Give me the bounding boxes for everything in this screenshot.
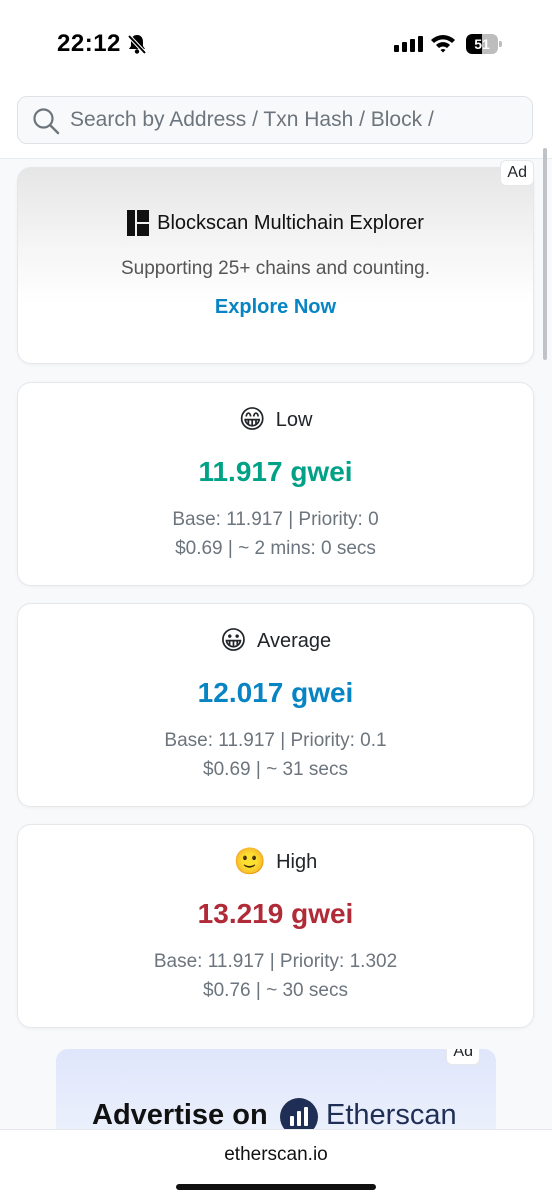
search-box[interactable] [17,96,533,144]
gas-label: High [276,850,318,873]
gas-label: Average [256,629,332,652]
status-bar: 22:12 51 [0,0,552,82]
browser-address-bar[interactable]: etherscan.io [0,1129,552,1201]
search-input[interactable] [70,97,450,143]
ad-subtitle: Supporting 25+ chains and counting. [121,258,430,279]
ad-banner-text: Advertise on [92,1099,268,1131]
ad-banner-brand: Etherscan [326,1099,457,1131]
ad-badge: Ad [446,1049,480,1065]
ad-title: Blockscan Multichain Explorer [157,211,424,234]
grinning-emoji-icon: 😁 [238,405,266,435]
status-time: 22:12 [57,30,121,57]
signal-icon [394,36,423,52]
gas-price: 12.017 gwei [197,677,354,708]
gas-label: Low [275,408,313,431]
bell-slash-icon [127,34,147,55]
battery-icon: 51 [466,34,502,54]
home-indicator[interactable] [176,1184,376,1190]
gas-card-average: 😀 Average 12.017 gwei Base: 11.917 | Pri… [17,603,534,807]
domain-label[interactable]: etherscan.io [0,1144,552,1166]
gas-base-priority: Base: 11.917 | Priority: 0.1 [164,730,387,751]
gas-cost-time: $0.76 | ~ 30 secs [203,980,348,1001]
slight-smile-emoji-icon: 🙂 [233,847,267,877]
gas-card-low: 😁 Low 11.917 gwei Base: 11.917 | Priorit… [17,382,534,586]
scrollbar[interactable] [543,148,547,360]
ad-title-row: Blockscan Multichain Explorer [18,210,533,236]
gas-base-priority: Base: 11.917 | Priority: 1.302 [153,951,398,972]
wifi-icon [431,35,455,53]
smiling-emoji-icon: 😀 [219,626,247,656]
gas-price: 11.917 gwei [198,456,353,487]
gas-cost-time: $0.69 | ~ 31 secs [203,759,348,780]
blockscan-logo [127,210,150,236]
gas-card-high: 🙂 High 13.219 gwei Base: 11.917 | Priori… [17,824,534,1028]
ad-card-blockscan[interactable]: Ad Blockscan Multichain Explorer Support… [17,160,534,364]
gas-cost-time: $0.69 | ~ 2 mins: 0 secs [175,538,376,559]
gas-base-priority: Base: 11.917 | Priority: 0 [172,509,379,530]
search-icon [33,108,60,135]
explore-now-link[interactable]: Explore Now [18,296,533,319]
ad-badge: Ad [500,160,534,186]
gas-price: 13.219 gwei [197,898,354,929]
search-bar [0,82,552,159]
battery-level: 51 [474,36,490,52]
